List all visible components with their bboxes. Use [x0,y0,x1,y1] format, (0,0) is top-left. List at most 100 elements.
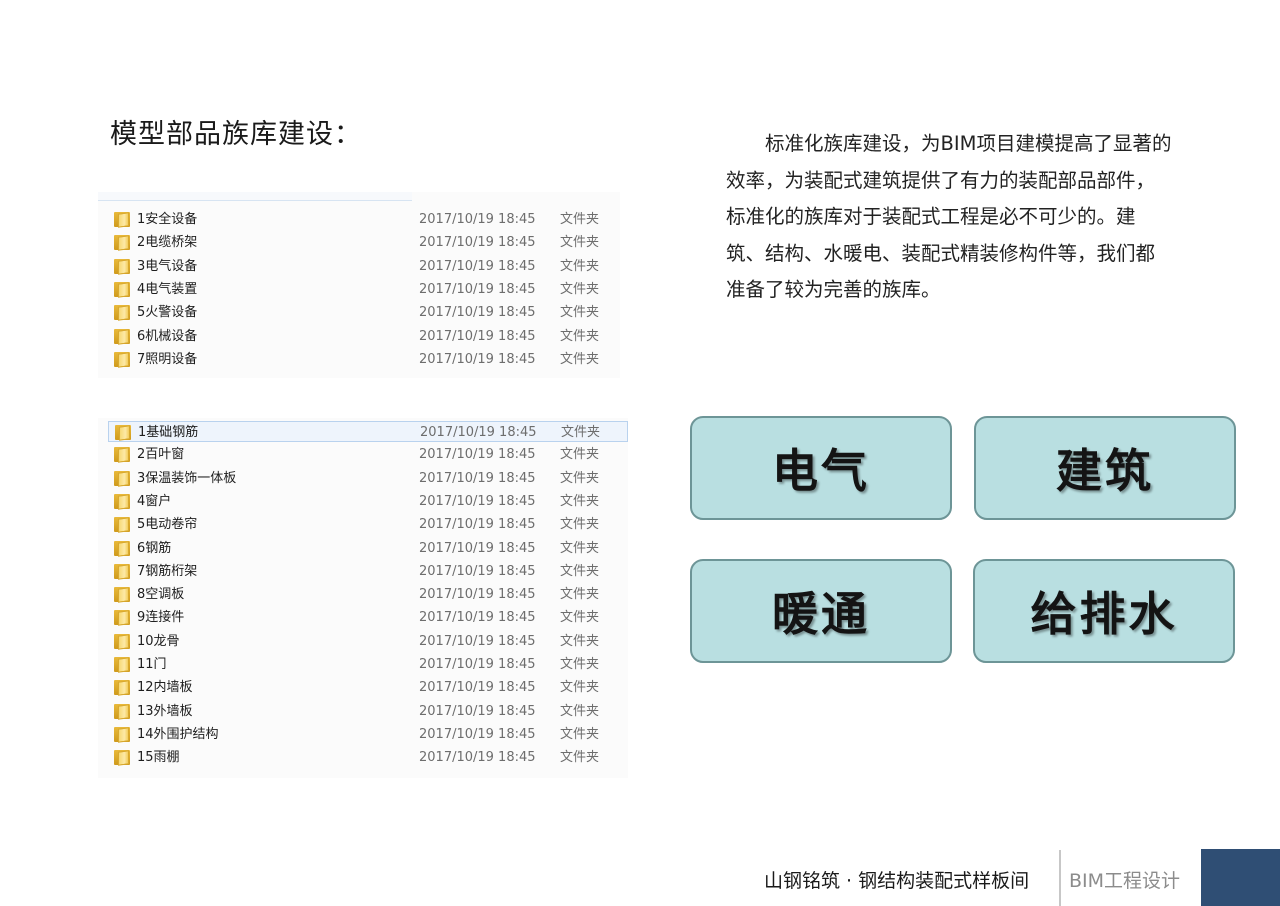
folder-row[interactable]: 7钢筋桁架 2017/10/19 18:45 文件夹 [108,561,608,582]
folder-icon [114,726,130,743]
folder-type: 文件夹 [561,425,601,440]
folder-type: 文件夹 [560,587,600,603]
folder-type: 文件夹 [560,470,600,486]
folder-row[interactable]: 14外围护结构 2017/10/19 18:45 文件夹 [108,724,608,745]
folder-name: 4窗户 [137,493,172,509]
folder-row[interactable]: 1基础钢筋 2017/10/19 18:45 文件夹 [108,421,628,442]
folder-type: 文件夹 [560,281,600,297]
folder-icon [114,633,130,650]
folder-date: 2017/10/19 18:45 [419,610,536,626]
folder-name: 2电缆桥架 [137,235,198,251]
folder-date: 2017/10/19 18:45 [419,657,536,672]
folder-date: 2017/10/19 18:45 [419,726,536,742]
folder-icon [114,351,130,368]
folder-icon [114,493,130,510]
folder-icon [114,305,130,321]
folder-type: 文件夹 [560,351,600,367]
folder-row[interactable]: 3保温装饰一体板 2017/10/19 18:45 文件夹 [108,468,608,489]
folder-row[interactable]: 4电气装置 2017/10/19 18:45 文件夹 [108,279,608,300]
folder-row[interactable]: 6钢筋 2017/10/19 18:45 文件夹 [108,538,608,559]
folder-date: 2017/10/19 18:45 [419,447,536,463]
folder-name: 2百叶窗 [137,447,185,463]
folder-date: 2017/10/19 18:45 [419,750,536,766]
folder-icon [114,540,130,557]
folder-name: 10龙骨 [137,633,180,649]
folder-type: 文件夹 [560,517,600,533]
folder-date: 2017/10/19 18:45 [419,212,536,227]
list-header-divider [98,192,412,201]
folder-icon [114,328,130,345]
folder-type: 文件夹 [560,540,600,556]
folder-name: 5火警设备 [137,305,198,321]
folder-icon [114,750,130,766]
footer-tag: BIM工程设计 [1069,870,1181,892]
folder-type: 文件夹 [560,328,600,344]
category-button-architecture[interactable]: 建筑 [974,416,1236,520]
folder-type: 文件夹 [560,258,600,274]
folder-row[interactable]: 9连接件 2017/10/19 18:45 文件夹 [108,607,608,628]
category-button-hvac[interactable]: 暖通 [690,559,952,663]
folder-type: 文件夹 [560,703,600,719]
folder-row[interactable]: 4窗户 2017/10/19 18:45 文件夹 [108,491,608,512]
folder-row[interactable]: 5电动卷帘 2017/10/19 18:45 文件夹 [108,514,608,535]
folder-row[interactable]: 7照明设备 2017/10/19 18:45 文件夹 [108,349,608,370]
folder-name: 3保温装饰一体板 [137,470,237,486]
folder-name: 11门 [137,657,167,672]
folder-icon [114,447,130,464]
folder-icon [114,517,130,533]
folder-date: 2017/10/19 18:45 [419,540,536,556]
folder-row[interactable]: 12内墙板 2017/10/19 18:45 文件夹 [108,677,608,698]
folder-type: 文件夹 [560,750,600,766]
folder-date: 2017/10/19 18:45 [420,425,537,440]
folder-icon [114,281,130,298]
folder-name: 4电气装置 [137,281,198,297]
folder-row[interactable]: 11门 2017/10/19 18:45 文件夹 [108,654,608,675]
folder-name: 8空调板 [137,587,185,603]
folder-row[interactable]: 2百叶窗 2017/10/19 18:45 文件夹 [108,444,608,465]
folder-type: 文件夹 [560,493,600,509]
folder-icon [114,587,130,603]
folder-type: 文件夹 [560,726,600,742]
folder-row[interactable]: 6机械设备 2017/10/19 18:45 文件夹 [108,326,608,347]
folder-row[interactable]: 5火警设备 2017/10/19 18:45 文件夹 [108,302,608,323]
folder-name: 14外围护结构 [137,726,219,742]
folder-icon [114,563,130,580]
folder-icon [115,425,131,441]
folder-date: 2017/10/19 18:45 [419,493,536,509]
folder-list-architecture: 1基础钢筋 2017/10/19 18:45 文件夹 2百叶窗 2017/10/19 1… [98,418,628,778]
folder-row[interactable]: 15雨棚 2017/10/19 18:45 文件夹 [108,747,608,768]
folder-list-electrical: 1安全设备 2017/10/19 18:45 文件夹 2电缆桥架 2017/10/19 … [98,192,620,378]
folder-date: 2017/10/19 18:45 [419,235,536,251]
folder-icon [114,657,130,673]
folder-row[interactable]: 2电缆桥架 2017/10/19 18:45 文件夹 [108,232,608,253]
folder-type: 文件夹 [560,447,600,463]
folder-date: 2017/10/19 18:45 [419,563,536,579]
folder-icon [114,212,130,228]
folder-icon [114,470,130,487]
folder-date: 2017/10/19 18:45 [419,680,536,696]
folder-date: 2017/10/19 18:45 [419,281,536,297]
folder-row[interactable]: 1安全设备 2017/10/19 18:45 文件夹 [108,209,608,230]
folder-name: 7钢筋桁架 [137,563,198,579]
folder-type: 文件夹 [560,563,600,579]
folder-row[interactable]: 13外墙板 2017/10/19 18:45 文件夹 [108,701,608,722]
category-button-plumbing[interactable]: 给排水 [973,559,1235,663]
folder-date: 2017/10/19 18:45 [419,703,536,719]
folder-row[interactable]: 10龙骨 2017/10/19 18:45 文件夹 [108,631,608,652]
folder-name: 6机械设备 [137,328,198,344]
folder-date: 2017/10/19 18:45 [419,470,536,486]
folder-date: 2017/10/19 18:45 [419,258,536,274]
folder-name: 3电气设备 [137,258,198,274]
folder-type: 文件夹 [560,657,600,672]
folder-name: 1基础钢筋 [138,425,199,440]
category-button-electrical[interactable]: 电气 [690,416,952,520]
folder-icon [114,610,130,627]
folder-name: 6钢筋 [137,540,172,556]
folder-type: 文件夹 [560,212,600,227]
folder-row[interactable]: 3电气设备 2017/10/19 18:45 文件夹 [108,256,608,277]
folder-date: 2017/10/19 18:45 [419,517,536,533]
folder-date: 2017/10/19 18:45 [419,328,536,344]
folder-name: 13外墙板 [137,703,193,719]
folder-row[interactable]: 8空调板 2017/10/19 18:45 文件夹 [108,584,608,605]
footer-color-block [1201,849,1280,906]
